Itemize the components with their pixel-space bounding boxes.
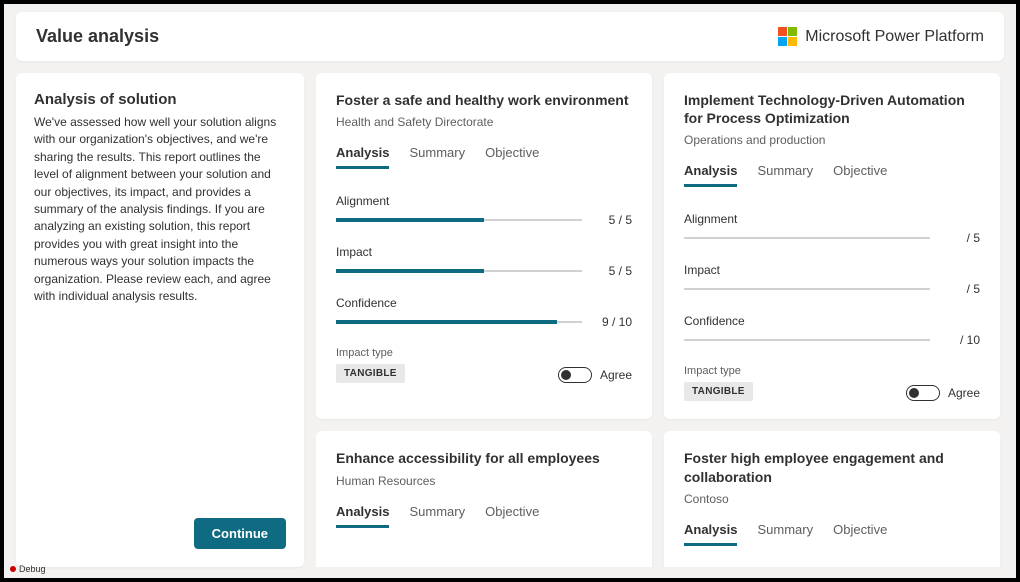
card-tabs: Analysis Summary Objective [336,145,632,170]
analysis-card: Foster a safe and healthy work environme… [316,73,652,419]
tab-objective[interactable]: Objective [833,522,887,546]
agree-label: Agree [948,386,980,400]
metric-confidence: Confidence 9 / 10 [336,296,632,329]
agree-group: Agree [906,385,980,401]
tab-analysis[interactable]: Analysis [684,163,737,187]
tab-summary[interactable]: Summary [757,522,813,546]
metric-impact: Impact / 5 [684,263,980,296]
page-title: Value analysis [36,26,159,47]
left-body: We've assessed how well your solution al… [34,114,286,305]
cards-grid: Foster a safe and healthy work environme… [316,73,1000,567]
analysis-card: Foster high employee engagement and coll… [664,431,1000,567]
agree-label: Agree [600,368,632,382]
metric-value: / 10 [940,333,980,347]
impact-type-badge: TANGIBLE [684,382,753,401]
metric-alignment: Alignment / 5 [684,212,980,245]
metric-value: / 5 [940,282,980,296]
tab-objective[interactable]: Objective [485,504,539,528]
tab-analysis[interactable]: Analysis [684,522,737,546]
card-subtitle: Operations and production [684,133,980,147]
progress-track [336,270,582,272]
metric-confidence: Confidence / 10 [684,314,980,347]
metric-value: / 5 [940,231,980,245]
tab-summary[interactable]: Summary [409,145,465,169]
microsoft-logo-icon [778,27,797,46]
card-subtitle: Health and Safety Directorate [336,115,632,129]
metric-value: 5 / 5 [592,213,632,227]
main: Analysis of solution We've assessed how … [16,73,1004,567]
progress-track [684,339,930,341]
tab-objective[interactable]: Objective [833,163,887,187]
card-title: Foster high employee engagement and coll… [684,449,980,485]
card-title: Foster a safe and healthy work environme… [336,91,632,109]
metric-alignment: Alignment 5 / 5 [336,194,632,227]
left-panel: Analysis of solution We've assessed how … [16,73,304,567]
card-title: Enhance accessibility for all employees [336,449,632,467]
debug-indicator[interactable]: Debug [10,564,46,574]
right-panel[interactable]: Foster a safe and healthy work environme… [316,73,1004,567]
metric-label: Impact [684,263,980,277]
metric-label: Alignment [684,212,980,226]
card-tabs: Analysis Summary Objective [684,522,980,547]
metric-label: Confidence [684,314,980,328]
tab-summary[interactable]: Summary [409,504,465,528]
card-subtitle: Human Resources [336,474,632,488]
progress-track [336,321,582,323]
brand-label: Microsoft Power Platform [805,28,984,46]
metric-label: Confidence [336,296,632,310]
metric-impact: Impact 5 / 5 [336,245,632,278]
impact-type-label: Impact type [336,347,405,359]
analysis-card: Implement Technology-Driven Automation f… [664,73,1000,419]
header-bar: Value analysis Microsoft Power Platform [16,12,1004,61]
tab-objective[interactable]: Objective [485,145,539,169]
progress-track [336,219,582,221]
impact-type-badge: TANGIBLE [336,364,405,383]
impact-type-label: Impact type [684,365,753,377]
card-tabs: Analysis Summary Objective [684,163,980,188]
impact-row: Impact type TANGIBLE Agree [684,365,980,401]
card-title: Implement Technology-Driven Automation f… [684,91,980,127]
metric-label: Impact [336,245,632,259]
card-subtitle: Contoso [684,492,980,506]
impact-row: Impact type TANGIBLE Agree [336,347,632,383]
card-tabs: Analysis Summary Objective [336,504,632,529]
progress-track [684,288,930,290]
progress-fill [336,218,484,222]
tab-summary[interactable]: Summary [757,163,813,187]
agree-toggle[interactable] [558,367,592,383]
progress-fill [336,269,484,273]
analysis-card: Enhance accessibility for all employees … [316,431,652,567]
progress-track [684,237,930,239]
progress-fill [336,320,557,324]
agree-toggle[interactable] [906,385,940,401]
agree-group: Agree [558,367,632,383]
brand: Microsoft Power Platform [778,27,984,46]
debug-label: Debug [19,564,46,574]
tab-analysis[interactable]: Analysis [336,504,389,528]
debug-dot-icon [10,566,16,572]
left-heading: Analysis of solution [34,91,286,108]
metric-label: Alignment [336,194,632,208]
metric-value: 9 / 10 [592,315,632,329]
metric-value: 5 / 5 [592,264,632,278]
tab-analysis[interactable]: Analysis [336,145,389,169]
continue-button[interactable]: Continue [194,518,286,549]
